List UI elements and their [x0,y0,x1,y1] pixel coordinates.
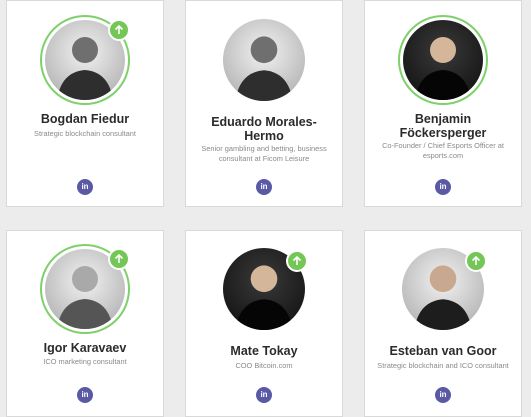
team-card: Mate Tokay COO Bitcoin.com in [185,230,343,417]
member-role: Senior gambling and betting, business co… [201,144,327,163]
linkedin-icon[interactable]: in [77,179,93,195]
member-name: Igor Karavaev [43,341,127,355]
member-role: COO Bitcoin.com [235,361,293,370]
member-role: ICO marketing consultant [43,357,127,366]
team-card: Igor Karavaev ICO marketing consultant i… [6,230,164,417]
member-role: Strategic blockchain consultant [34,129,136,138]
linkedin-icon[interactable]: in [435,387,451,403]
member-role: Co-Founder / Chief Esports Officer at es… [382,141,504,160]
member-name: Bogdan Fiedur [40,112,130,126]
team-card: Eduardo Morales-Hermo Senior gambling an… [185,0,343,207]
member-name: Benjamin Föckersperger [399,112,487,140]
member-name: Eduardo Morales-Hermo [211,115,317,143]
team-card: Benjamin Föckersperger Co-Founder / Chie… [364,0,522,207]
member-role: Strategic blockchain and ICO consultant [377,361,509,370]
arrow-up-icon [108,248,130,270]
team-card: Bogdan Fiedur Strategic blockchain consu… [6,0,164,207]
avatar [223,19,305,101]
linkedin-icon[interactable]: in [77,387,93,403]
team-card: Esteban van Goor Strategic blockchain an… [364,230,522,417]
linkedin-icon[interactable]: in [256,387,272,403]
arrow-up-icon [465,250,487,272]
arrow-up-icon [286,250,308,272]
member-name: Mate Tokay [230,344,298,358]
arrow-up-icon [108,19,130,41]
linkedin-icon[interactable]: in [256,179,272,195]
avatar [398,15,488,105]
member-name: Esteban van Goor [389,344,497,358]
linkedin-icon[interactable]: in [435,179,451,195]
